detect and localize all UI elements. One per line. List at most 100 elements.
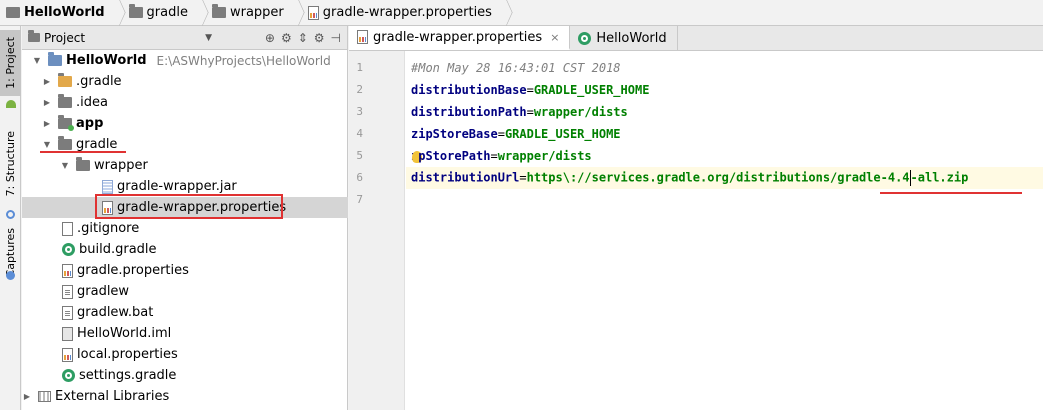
tree-item-gradlew-bat[interactable]: gradlew.bat: [22, 302, 348, 323]
tool-window-stripe: 1: Project 7: Structure Captures: [0, 26, 21, 410]
project-panel-toolbar: ⊕ ⚙ ⇕ ⚙ ⊣: [265, 31, 347, 45]
collapsed-arrow-icon[interactable]: ▶: [42, 119, 52, 128]
line-number: 6: [356, 171, 363, 184]
line-number: 2: [356, 83, 363, 96]
tree-item-label: app: [76, 116, 104, 131]
breadcrumb-label: HelloWorld: [24, 5, 105, 20]
options-gear-icon[interactable]: ⚙: [314, 31, 325, 45]
module-folder-icon: [48, 52, 62, 66]
hide-panel-icon[interactable]: ⊣: [331, 31, 341, 45]
project-tool-tab[interactable]: 1: Project: [0, 30, 21, 96]
structure-icon: [0, 208, 21, 220]
line-number: 5: [356, 149, 363, 162]
library-icon: [38, 391, 51, 402]
project-path: E:\ASWhyProjects\HelloWorld: [156, 53, 331, 68]
collapsed-arrow-icon[interactable]: ▶: [22, 392, 32, 401]
ide-window: HelloWorld gradle wrapper gradle-wrapper…: [0, 0, 1043, 410]
jar-file-icon: [102, 179, 113, 194]
tree-item-gitignore[interactable]: .gitignore: [22, 218, 348, 239]
tree-item-label: HelloWorld.iml: [77, 326, 172, 341]
close-icon[interactable]: ×: [550, 31, 559, 44]
project-panel-header: Project ▼ ⊕ ⚙ ⇕ ⚙ ⊣: [22, 26, 347, 50]
tab-label: HelloWorld: [596, 30, 667, 46]
chevron-down-icon[interactable]: ▼: [205, 33, 212, 43]
tree-item-helloworld[interactable]: ▼ HelloWorld E:\ASWhyProjects\HelloWorld: [22, 50, 348, 71]
gradle-icon: [578, 31, 592, 45]
tree-item-label: gradlew: [77, 284, 130, 299]
property-key: pStorePath: [418, 149, 491, 163]
annotation-underline-gradle: [40, 151, 126, 153]
folder-icon: [211, 4, 226, 18]
tree-item-settings-gradle[interactable]: settings.gradle: [22, 365, 348, 386]
code-editor[interactable]: #Mon May 28 16:43:01 CST 2018 distributi…: [406, 51, 1043, 410]
tree-item-gradle-properties[interactable]: gradle.properties: [22, 260, 348, 281]
line-number: 1: [356, 61, 363, 74]
collapsed-arrow-icon[interactable]: ▶: [42, 77, 52, 86]
expanded-arrow-icon[interactable]: ▼: [60, 161, 70, 170]
tree-item-app[interactable]: ▶ app: [22, 113, 348, 134]
navigation-breadcrumb: HelloWorld gradle wrapper gradle-wrapper…: [0, 0, 1043, 26]
tree-item-label: gradlew.bat: [77, 305, 154, 320]
settings-icon[interactable]: ⚙: [281, 31, 292, 45]
equals-sign: =: [526, 83, 534, 97]
breadcrumb-separator: [113, 0, 123, 25]
property-key: distributionPath: [411, 105, 527, 119]
breadcrumb-label: gradle-wrapper.properties: [322, 5, 492, 20]
gradle-icon: [62, 369, 75, 382]
equals-sign: =: [519, 170, 527, 185]
equals-sign: =: [526, 105, 534, 119]
scroll-from-source-icon[interactable]: ⊕: [265, 31, 275, 45]
project-view-selector[interactable]: Project: [44, 31, 85, 45]
property-value: GRADLE_USER_HOME: [504, 127, 621, 141]
tree-item-dot-gradle[interactable]: ▶ .gradle: [22, 71, 348, 92]
structure-tool-tab[interactable]: 7: Structure: [0, 122, 21, 206]
android-icon: [0, 98, 21, 110]
property-key: distributionUrl: [411, 170, 520, 185]
equals-sign: =: [490, 149, 498, 163]
file-icon: [62, 221, 73, 236]
collapse-all-icon[interactable]: ⇕: [298, 31, 308, 45]
tree-item-wrapper[interactable]: ▼ wrapper: [22, 155, 348, 176]
project-tool-label: 1: Project: [4, 37, 17, 89]
tree-item-label: .idea: [76, 95, 108, 110]
breadcrumb-helloworld[interactable]: HelloWorld: [0, 0, 113, 25]
property-value: https\://services.gradle.org/distributio…: [526, 170, 910, 185]
module-icon: [6, 7, 20, 18]
tree-item-helloworld-iml[interactable]: HelloWorld.iml: [22, 323, 348, 344]
folder-icon: [58, 136, 72, 150]
iml-file-icon: [62, 326, 73, 341]
property-value: wrapper/dists: [533, 105, 628, 119]
annotation-underline-gradle-version: [880, 192, 1022, 194]
text-file-icon: [62, 305, 73, 320]
tree-item-local-properties[interactable]: local.properties: [22, 344, 348, 365]
properties-file-icon: [307, 5, 319, 20]
breadcrumb-gradle[interactable]: gradle: [123, 0, 196, 25]
expanded-arrow-icon[interactable]: ▼: [42, 140, 52, 149]
tab-gradle-wrapper-properties[interactable]: gradle-wrapper.properties ×: [349, 26, 571, 50]
tree-item-label: settings.gradle: [79, 368, 177, 383]
tree-item-idea[interactable]: ▶ .idea: [22, 92, 348, 113]
folder-icon: [76, 157, 90, 171]
comment-text: #Mon May 28 16:43:01 CST 2018: [411, 61, 621, 75]
property-value: GRADLE_USER_HOME: [533, 83, 650, 97]
tree-item-build-gradle[interactable]: build.gradle: [22, 239, 348, 260]
breadcrumb-label: gradle: [146, 5, 188, 20]
folder-icon: [58, 73, 72, 87]
breadcrumb-gradle-wrapper-properties[interactable]: gradle-wrapper.properties: [302, 0, 500, 25]
tab-helloworld[interactable]: HelloWorld: [570, 26, 678, 50]
breadcrumb-wrapper[interactable]: wrapper: [206, 0, 292, 25]
tree-item-label: local.properties: [77, 347, 178, 362]
android-module-icon: [58, 115, 74, 131]
property-key: zipStoreBase: [411, 127, 498, 141]
property-key: distributionBase: [411, 83, 527, 97]
editor-area: gradle-wrapper.properties × HelloWorld 1…: [349, 26, 1043, 410]
collapsed-arrow-icon[interactable]: ▶: [42, 98, 52, 107]
captures-icon: [0, 269, 21, 281]
tree-item-external-libraries[interactable]: ▶ External Libraries: [22, 386, 348, 407]
code-line-6: distributionUrl=https\://services.gradle…: [406, 167, 1043, 189]
expanded-arrow-icon[interactable]: ▼: [32, 56, 42, 65]
tree-item-label: gradle-wrapper.jar: [117, 179, 237, 194]
line-number: 4: [356, 127, 363, 140]
folder-icon: [128, 4, 143, 18]
tree-item-gradlew[interactable]: gradlew: [22, 281, 348, 302]
